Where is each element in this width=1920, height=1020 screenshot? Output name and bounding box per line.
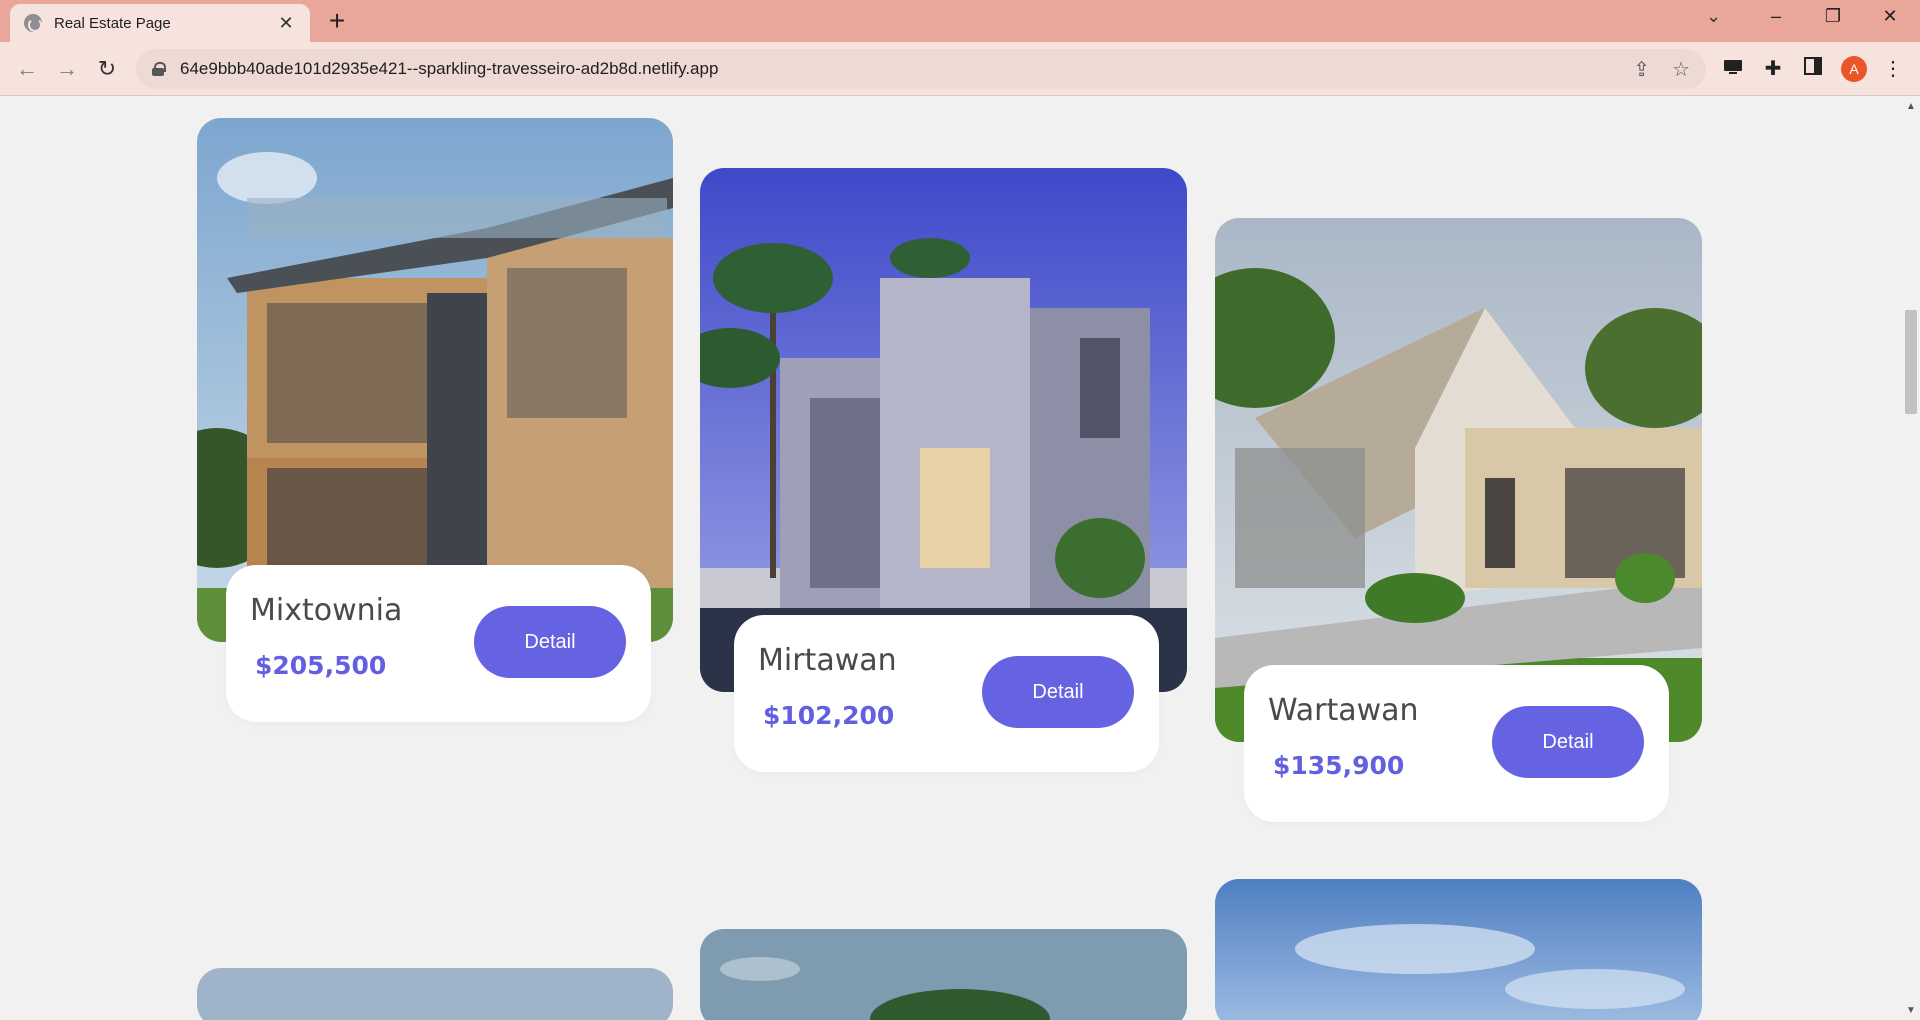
browser-tab[interactable]: Real Estate Page ✕ [10, 4, 310, 42]
property-image [197, 968, 673, 1020]
share-icon[interactable]: ⇪ [1633, 57, 1650, 82]
address-bar[interactable]: 64e9bbb40ade101d2935e421--sparkling-trav… [136, 49, 1706, 89]
tab-title: Real Estate Page [54, 14, 171, 32]
scroll-down-arrow-icon[interactable]: ▼ [1906, 1005, 1916, 1016]
forward-button[interactable]: → [50, 52, 84, 86]
browser-toolbar: ← → ↻ 64e9bbb40ade101d2935e421--sparklin… [0, 42, 1920, 96]
url-text[interactable]: 64e9bbb40ade101d2935e421--sparkling-trav… [180, 59, 1611, 79]
tab-search-icon[interactable]: ⌄ [1706, 6, 1721, 27]
reload-button[interactable]: ↻ [90, 52, 124, 86]
detail-button[interactable]: Detail [474, 606, 626, 678]
property-image [1215, 879, 1702, 1020]
property-name: Wartawan [1268, 693, 1419, 728]
new-tab-button[interactable]: + [322, 6, 352, 36]
property-price: $135,900 [1273, 751, 1405, 780]
restore-button[interactable]: ❐ [1813, 6, 1853, 27]
page-viewport: Mixtownia $205,500 Detail Mirtawan $102,… [0, 97, 1920, 1020]
property-image [1215, 218, 1702, 742]
property-image [197, 118, 673, 642]
profile-avatar[interactable]: A [1841, 56, 1867, 82]
property-price: $205,500 [255, 651, 387, 680]
detail-button[interactable]: Detail [1492, 706, 1644, 778]
scroll-up-arrow-icon[interactable]: ▲ [1906, 101, 1916, 112]
close-window-button[interactable]: ✕ [1870, 6, 1910, 27]
cast-icon[interactable] [1718, 54, 1748, 84]
property-price: $102,200 [763, 701, 895, 730]
vertical-scrollbar[interactable]: ▲ ▼ [1902, 97, 1920, 1020]
menu-icon[interactable]: ⋮ [1878, 54, 1908, 84]
tab-strip: Real Estate Page ✕ + ⌄ – ❐ ✕ [0, 0, 1920, 42]
minimize-button[interactable]: – [1756, 6, 1796, 27]
property-image [700, 168, 1187, 692]
detail-button[interactable]: Detail [982, 656, 1134, 728]
property-info-box: Wartawan $135,900 Detail [1244, 665, 1669, 822]
property-image [700, 929, 1187, 1020]
property-name: Mixtownia [250, 593, 403, 628]
property-info-box: Mirtawan $102,200 Detail [734, 615, 1159, 772]
close-tab-icon[interactable]: ✕ [276, 13, 296, 34]
back-button[interactable]: ← [10, 52, 44, 86]
globe-icon [24, 14, 42, 32]
side-panel-icon[interactable] [1798, 54, 1828, 84]
property-info-box: Mixtownia $205,500 Detail [226, 565, 651, 722]
scrollbar-thumb[interactable] [1905, 310, 1917, 414]
property-name: Mirtawan [758, 643, 897, 678]
lock-icon[interactable] [152, 62, 166, 76]
extensions-icon[interactable]: ✚ [1758, 54, 1788, 84]
bookmark-star-icon[interactable]: ☆ [1672, 57, 1690, 82]
